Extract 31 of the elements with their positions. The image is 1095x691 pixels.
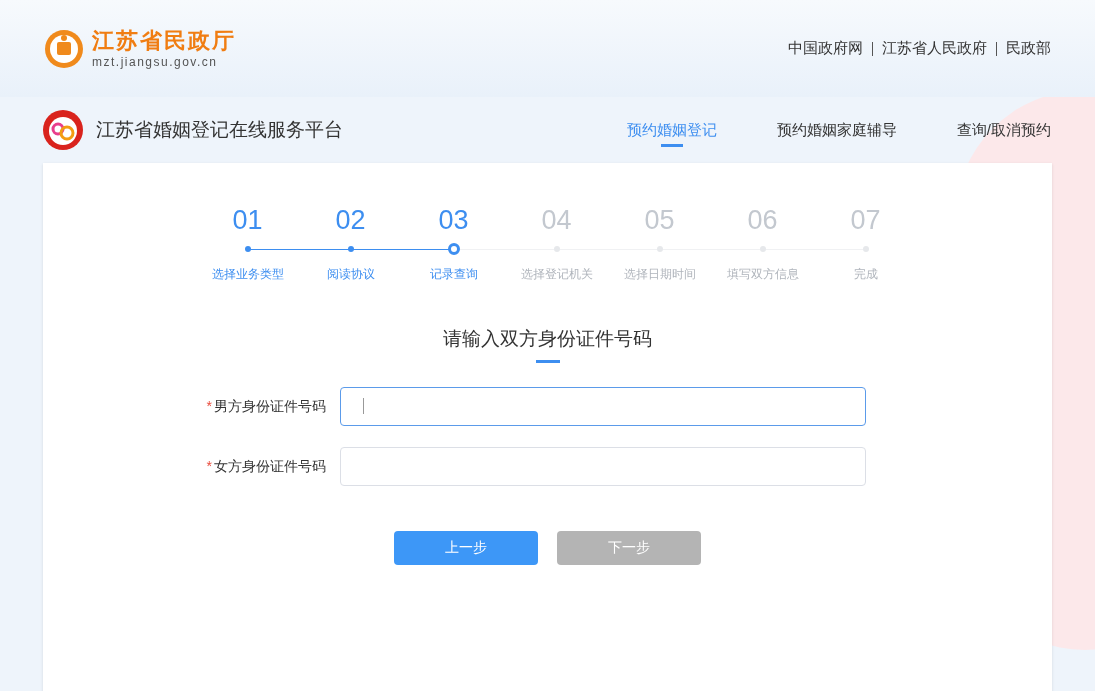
step-number: 07 xyxy=(850,204,881,237)
form-title: 请输入双方身份证件号码 xyxy=(443,327,652,351)
site-url: mzt.jiangsu.gov.cn xyxy=(92,55,219,68)
field-label: 男方身份证件号码 xyxy=(214,396,326,416)
field-label: 女方身份证件号码 xyxy=(214,456,326,476)
step-label: 填写双方信息 xyxy=(726,266,799,283)
step-label: 选择日期时间 xyxy=(623,266,696,283)
platform-logo-icon xyxy=(42,109,84,151)
step-label: 选择登记机关 xyxy=(520,266,593,283)
step-label: 阅读协议 xyxy=(326,266,375,283)
step-label: 选择业务类型 xyxy=(211,266,284,283)
nav-tab[interactable]: 查询/取消预约 xyxy=(956,110,1051,150)
step-number: 05 xyxy=(644,204,675,237)
header-link[interactable]: 民政部 xyxy=(1006,37,1051,60)
step-number: 06 xyxy=(747,204,778,237)
required-mark: * xyxy=(206,396,212,416)
platform-title: 江苏省婚姻登记在线服务平台 xyxy=(96,117,343,142)
step-number: 03 xyxy=(438,204,469,237)
step-number: 02 xyxy=(335,204,366,237)
header-link[interactable]: 中国政府网 xyxy=(788,37,863,60)
step-number: 01 xyxy=(232,204,263,237)
step-label: 记录查询 xyxy=(429,266,478,283)
step-label: 完成 xyxy=(853,266,878,283)
site-name: 江苏省民政厅 xyxy=(92,29,236,52)
header-link[interactable]: 江苏省人民政府 xyxy=(882,37,987,60)
nav-tab[interactable]: 预约婚姻家庭辅导 xyxy=(776,110,897,150)
logo-icon xyxy=(44,28,84,69)
required-mark: * xyxy=(206,456,212,476)
title-underline xyxy=(535,359,560,363)
step-number: 04 xyxy=(541,204,572,237)
input-field[interactable] xyxy=(340,386,866,426)
